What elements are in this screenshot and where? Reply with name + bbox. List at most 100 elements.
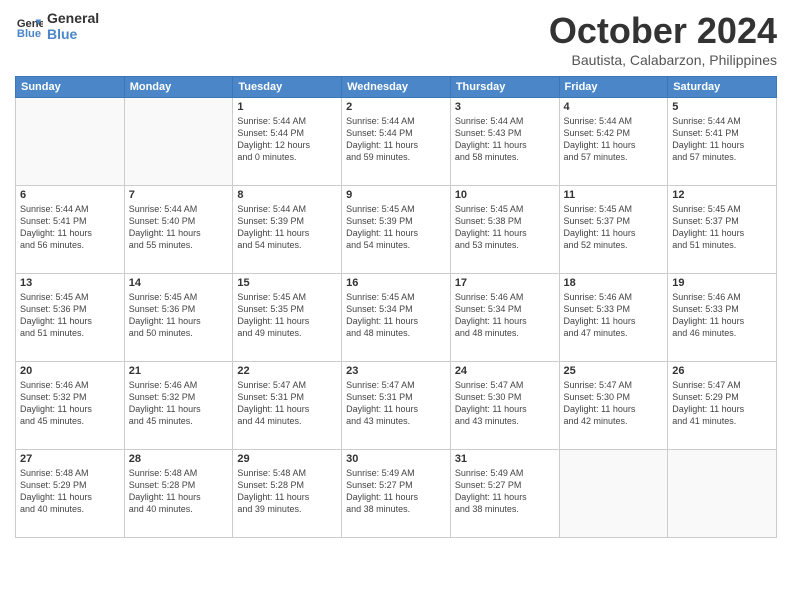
day-info: Sunrise: 5:47 AMSunset: 5:31 PMDaylight:… — [237, 379, 337, 428]
calendar-week-row: 13 Sunrise: 5:45 AMSunset: 5:36 PMDayligh… — [16, 274, 777, 362]
col-sunday: Sunday — [16, 77, 125, 98]
day-info: Sunrise: 5:46 AMSunset: 5:32 PMDaylight:… — [129, 379, 229, 428]
table-row: 26 Sunrise: 5:47 AMSunset: 5:29 PMDayligh… — [668, 362, 777, 450]
day-number: 4 — [564, 101, 664, 113]
title-section: October 2024 Bautista, Calabarzon, Phili… — [549, 10, 777, 68]
col-thursday: Thursday — [450, 77, 559, 98]
table-row: 27Sunrise: 5:48 AMSunset: 5:29 PMDayligh… — [16, 450, 125, 538]
col-monday: Monday — [124, 77, 233, 98]
month-title: October 2024 — [549, 10, 777, 52]
day-number: 18 — [564, 277, 664, 289]
day-info: Sunrise: 5:47 AMSunset: 5:31 PMDaylight:… — [346, 379, 446, 428]
day-number: 8 — [237, 189, 337, 201]
day-number: 1 — [237, 101, 337, 113]
col-saturday: Saturday — [668, 77, 777, 98]
day-number: 6 — [20, 189, 120, 201]
calendar-week-row: 6 Sunrise: 5:44 AMSunset: 5:41 PMDaylight… — [16, 186, 777, 274]
table-row: 21 Sunrise: 5:46 AMSunset: 5:32 PMDayligh… — [124, 362, 233, 450]
day-info: Sunrise: 5:44 AMSunset: 5:40 PMDaylight:… — [129, 203, 229, 252]
day-number: 26 — [672, 365, 772, 377]
day-info: Sunrise: 5:45 AMSunset: 5:38 PMDaylight:… — [455, 203, 555, 252]
table-row: 30 Sunrise: 5:49 AMSunset: 5:27 PMDayligh… — [342, 450, 451, 538]
table-row: 25 Sunrise: 5:47 AMSunset: 5:30 PMDayligh… — [559, 362, 668, 450]
day-info: Sunrise: 5:44 AMSunset: 5:39 PMDaylight:… — [237, 203, 337, 252]
day-number: 28 — [129, 453, 229, 465]
table-row: 10 Sunrise: 5:45 AMSunset: 5:38 PMDayligh… — [450, 186, 559, 274]
calendar-week-row: 27Sunrise: 5:48 AMSunset: 5:29 PMDayligh… — [16, 450, 777, 538]
table-row: 11 Sunrise: 5:45 AMSunset: 5:37 PMDayligh… — [559, 186, 668, 274]
table-row: 29Sunrise: 5:48 AMSunset: 5:28 PMDayligh… — [233, 450, 342, 538]
day-info: Sunrise: 5:48 AMSunset: 5:28 PMDaylight:… — [129, 467, 229, 516]
table-row: 19 Sunrise: 5:46 AMSunset: 5:33 PMDayligh… — [668, 274, 777, 362]
day-info: Sunrise: 5:44 AMSunset: 5:43 PMDaylight:… — [455, 115, 555, 164]
table-row: 24Sunrise: 5:47 AMSunset: 5:30 PMDayligh… — [450, 362, 559, 450]
day-info: Sunrise: 5:44 AMSunset: 5:44 PMDaylight:… — [346, 115, 446, 164]
day-info: Sunrise: 5:46 AMSunset: 5:34 PMDaylight:… — [455, 291, 555, 340]
calendar-header-row: Sunday Monday Tuesday Wednesday Thursday… — [16, 77, 777, 98]
day-info: Sunrise: 5:44 AMSunset: 5:41 PMDaylight:… — [672, 115, 772, 164]
day-info: Sunrise: 5:47 AMSunset: 5:29 PMDaylight:… — [672, 379, 772, 428]
table-row: 31 Sunrise: 5:49 AMSunset: 5:27 PMDayligh… — [450, 450, 559, 538]
table-row: 9Sunrise: 5:45 AMSunset: 5:39 PMDaylight… — [342, 186, 451, 274]
day-info: Sunrise: 5:45 AMSunset: 5:37 PMDaylight:… — [564, 203, 664, 252]
day-number: 27 — [20, 453, 120, 465]
table-row: 1 Sunrise: 5:44 AMSunset: 5:44 PMDaylight… — [233, 98, 342, 186]
day-info: Sunrise: 5:47 AMSunset: 5:30 PMDaylight:… — [564, 379, 664, 428]
day-info: Sunrise: 5:46 AMSunset: 5:33 PMDaylight:… — [564, 291, 664, 340]
table-row: 7 Sunrise: 5:44 AMSunset: 5:40 PMDaylight… — [124, 186, 233, 274]
table-row: 17 Sunrise: 5:46 AMSunset: 5:34 PMDayligh… — [450, 274, 559, 362]
table-row: 8 Sunrise: 5:44 AMSunset: 5:39 PMDaylight… — [233, 186, 342, 274]
day-info: Sunrise: 5:45 AMSunset: 5:35 PMDaylight:… — [237, 291, 337, 340]
day-info: Sunrise: 5:49 AMSunset: 5:27 PMDaylight:… — [455, 467, 555, 516]
table-row: 12Sunrise: 5:45 AMSunset: 5:37 PMDayligh… — [668, 186, 777, 274]
day-number: 10 — [455, 189, 555, 201]
day-info: Sunrise: 5:45 AMSunset: 5:36 PMDaylight:… — [20, 291, 120, 340]
day-number: 3 — [455, 101, 555, 113]
table-row — [668, 450, 777, 538]
table-row: 28 Sunrise: 5:48 AMSunset: 5:28 PMDayligh… — [124, 450, 233, 538]
day-number: 31 — [455, 453, 555, 465]
day-info: Sunrise: 5:45 AMSunset: 5:34 PMDaylight:… — [346, 291, 446, 340]
table-row: 20Sunrise: 5:46 AMSunset: 5:32 PMDayligh… — [16, 362, 125, 450]
day-number: 2 — [346, 101, 446, 113]
day-number: 7 — [129, 189, 229, 201]
table-row: 6 Sunrise: 5:44 AMSunset: 5:41 PMDaylight… — [16, 186, 125, 274]
day-number: 13 — [20, 277, 120, 289]
day-number: 17 — [455, 277, 555, 289]
day-number: 16 — [346, 277, 446, 289]
table-row: 14Sunrise: 5:45 AMSunset: 5:36 PMDayligh… — [124, 274, 233, 362]
table-row: 15 Sunrise: 5:45 AMSunset: 5:35 PMDayligh… — [233, 274, 342, 362]
day-number: 25 — [564, 365, 664, 377]
day-number: 20 — [20, 365, 120, 377]
day-number: 11 — [564, 189, 664, 201]
day-info: Sunrise: 5:44 AMSunset: 5:41 PMDaylight:… — [20, 203, 120, 252]
table-row: 23 Sunrise: 5:47 AMSunset: 5:31 PMDayligh… — [342, 362, 451, 450]
day-number: 19 — [672, 277, 772, 289]
location: Bautista, Calabarzon, Philippines — [549, 52, 777, 68]
day-number: 30 — [346, 453, 446, 465]
day-number: 14 — [129, 277, 229, 289]
table-row: 18 Sunrise: 5:46 AMSunset: 5:33 PMDayligh… — [559, 274, 668, 362]
svg-text:Blue: Blue — [17, 28, 41, 40]
day-number: 12 — [672, 189, 772, 201]
header: General Blue General Blue October 2024 B… — [15, 10, 777, 68]
calendar-week-row: 1 Sunrise: 5:44 AMSunset: 5:44 PMDaylight… — [16, 98, 777, 186]
logo: General Blue General Blue — [15, 10, 99, 42]
day-info: Sunrise: 5:45 AMSunset: 5:39 PMDaylight:… — [346, 203, 446, 252]
day-info: Sunrise: 5:44 AMSunset: 5:44 PMDaylight:… — [237, 115, 337, 164]
table-row — [124, 98, 233, 186]
table-row: 16 Sunrise: 5:45 AMSunset: 5:34 PMDayligh… — [342, 274, 451, 362]
calendar-week-row: 20 Sunrise: 5:46 AMSunset: 5:32 PMDayligh… — [16, 362, 777, 450]
day-info: Sunrise: 5:46 AMSunset: 5:33 PMDaylight:… — [672, 291, 772, 340]
day-info: Sunrise: 5:49 AMSunset: 5:27 PMDaylight:… — [346, 467, 446, 516]
day-number: 29 — [237, 453, 337, 465]
page-container: General Blue General Blue October 2024 B… — [0, 0, 792, 612]
table-row: 4Sunrise: 5:44 AMSunset: 5:42 PMDaylight… — [559, 98, 668, 186]
table-row: 22 Sunrise: 5:47 AMSunset: 5:31 PMDayligh… — [233, 362, 342, 450]
day-number: 22 — [237, 365, 337, 377]
day-number: 21 — [129, 365, 229, 377]
table-row: 3 Sunrise: 5:44 AMSunset: 5:43 PMDaylight… — [450, 98, 559, 186]
table-row: 2 Sunrise: 5:44 AMSunset: 5:44 PMDaylight… — [342, 98, 451, 186]
day-number: 23 — [346, 365, 446, 377]
day-number: 15 — [237, 277, 337, 289]
